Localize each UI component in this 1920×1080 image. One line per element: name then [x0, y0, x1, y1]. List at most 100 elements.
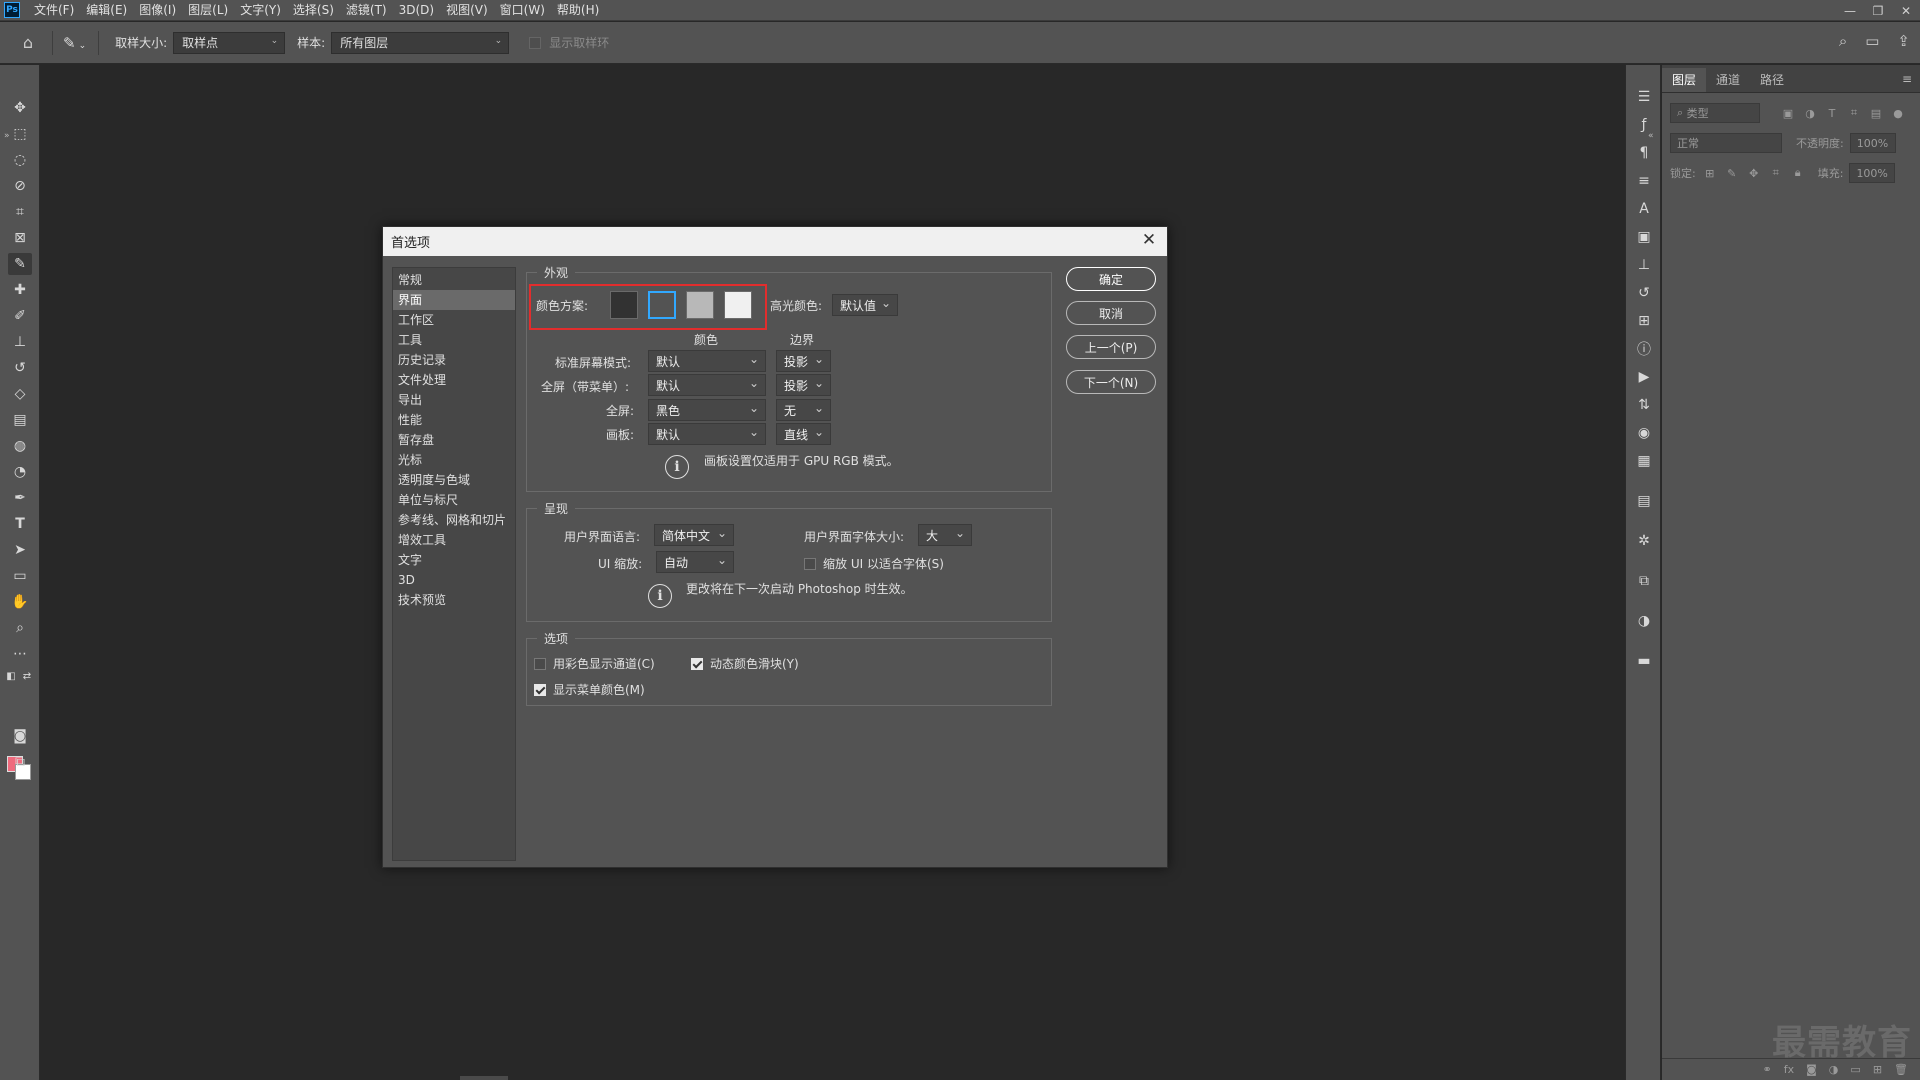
search-icon[interactable]: ⌕: [1839, 32, 1847, 50]
eraser-tool-icon[interactable]: ◇: [8, 383, 32, 405]
zoom-tool-icon[interactable]: ⌕: [8, 617, 32, 639]
close-window-icon[interactable]: ✕: [1892, 0, 1920, 21]
dynamic-sliders-checkbox[interactable]: [691, 657, 703, 670]
move-tool-icon[interactable]: ✥: [8, 97, 32, 119]
workspace-icon[interactable]: ▭: [1865, 32, 1879, 50]
menu-3d[interactable]: 3D(D): [393, 0, 440, 21]
lock-position-icon[interactable]: ✥: [1746, 167, 1762, 180]
marquee-tool-icon[interactable]: ⬚: [8, 123, 32, 145]
ui-language-select[interactable]: 简体中文: [654, 524, 734, 546]
ok-button[interactable]: 确定: [1066, 267, 1156, 291]
menu-edit[interactable]: 编辑(E): [80, 0, 133, 21]
opacity-input[interactable]: 100%: [1849, 133, 1896, 153]
menu-layer[interactable]: 图层(L): [182, 0, 234, 21]
color-scheme-swatch-medium-light[interactable]: [686, 291, 714, 319]
eyedropper-tool-icon[interactable]: ✎: [8, 253, 32, 275]
menu-colors-checkbox[interactable]: [534, 683, 546, 696]
blur-tool-icon[interactable]: ◍: [8, 435, 32, 457]
highlight-color-select[interactable]: 默认值: [832, 294, 898, 316]
color-scheme-swatch-dark[interactable]: [610, 291, 638, 319]
smart-object-filter-icon[interactable]: ▤: [1868, 107, 1884, 120]
menu-colors-row[interactable]: 显示菜单颜色(M): [534, 681, 645, 698]
new-group-icon[interactable]: ▭: [1850, 1063, 1860, 1076]
libraries-icon[interactable]: ⊞: [1634, 311, 1654, 331]
tab-paths[interactable]: 路径: [1750, 68, 1794, 92]
crop-tool-icon[interactable]: ⌗: [8, 201, 32, 223]
brush-tool-icon[interactable]: ✐: [8, 305, 32, 327]
home-icon[interactable]: ⌂: [14, 33, 42, 52]
hand-tool-icon[interactable]: ✋: [8, 591, 32, 613]
menu-window[interactable]: 窗口(W): [494, 0, 551, 21]
nav-item-cursors[interactable]: 光标: [393, 450, 515, 470]
tab-layers[interactable]: 图层: [1662, 68, 1707, 92]
color-scheme-swatch-light[interactable]: [724, 291, 752, 319]
new-layer-icon[interactable]: ⊞: [1873, 1063, 1882, 1076]
standard-screen-color-select[interactable]: 默认: [648, 350, 766, 372]
full-screen-menus-border-select[interactable]: 投影: [776, 374, 831, 396]
3d-icon[interactable]: ◉: [1634, 423, 1654, 443]
nav-item-history-log[interactable]: 历史记录: [393, 350, 515, 370]
fill-input[interactable]: 100%: [1849, 163, 1896, 183]
sample-size-select[interactable]: 取样点 ⌄: [173, 31, 286, 54]
nav-item-interface[interactable]: 界面: [393, 290, 515, 310]
rectangle-tool-icon[interactable]: ▭: [8, 565, 32, 587]
add-style-icon[interactable]: fx: [1784, 1063, 1794, 1076]
panel-menu-icon[interactable]: ≡: [1902, 72, 1912, 86]
lasso-tool-icon[interactable]: ◌: [8, 149, 32, 171]
nav-item-type[interactable]: 文字: [393, 550, 515, 570]
glyphs-icon[interactable]: ▣: [1634, 227, 1654, 247]
add-mask-icon[interactable]: ◙: [1806, 1063, 1817, 1076]
new-fill-icon[interactable]: ◑: [1829, 1063, 1839, 1076]
full-screen-color-select[interactable]: 黑色: [648, 399, 766, 421]
screen-mode-icon[interactable]: ⧉: [8, 751, 32, 773]
frame-tool-icon[interactable]: ⊠: [8, 227, 32, 249]
link-layers-icon[interactable]: ⚭: [1763, 1063, 1772, 1076]
nav-item-workspace[interactable]: 工作区: [393, 310, 515, 330]
nav-item-tech-preview[interactable]: 技术预览: [393, 590, 515, 610]
type-tool-icon[interactable]: T: [8, 513, 32, 535]
clone-stamp-tool-icon[interactable]: ⊥: [8, 331, 32, 353]
properties-icon[interactable]: ≡: [1634, 171, 1654, 191]
full-screen-menus-color-select[interactable]: 默认: [648, 374, 766, 396]
healing-brush-tool-icon[interactable]: ✚: [8, 279, 32, 301]
color-channels-checkbox[interactable]: [534, 657, 546, 670]
color-icon[interactable]: ◑: [1634, 611, 1654, 631]
type-filter-icon[interactable]: T: [1824, 107, 1840, 120]
menu-help[interactable]: 帮助(H): [551, 0, 605, 21]
nav-item-units-rulers[interactable]: 单位与标尺: [393, 490, 515, 510]
cancel-button[interactable]: 取消: [1066, 301, 1156, 325]
shape-filter-icon[interactable]: ⌗: [1846, 106, 1862, 120]
quick-mask-icon[interactable]: ◙: [8, 725, 32, 747]
artboard-border-select[interactable]: 直线: [776, 423, 831, 445]
clone-source-icon[interactable]: ⊥: [1634, 255, 1654, 275]
close-icon[interactable]: ✕: [1139, 230, 1159, 250]
show-ring-checkbox[interactable]: [529, 36, 542, 49]
lock-all-icon[interactable]: 🔒︎: [1790, 166, 1806, 180]
nav-item-file-handling[interactable]: 文件处理: [393, 370, 515, 390]
standard-screen-border-select[interactable]: 投影: [776, 350, 831, 372]
default-colors-icon[interactable]: ◧: [4, 669, 18, 683]
tab-channels[interactable]: 通道: [1706, 68, 1750, 92]
table-icon[interactable]: ▦: [1634, 451, 1654, 471]
nav-item-scratch-disks[interactable]: 暂存盘: [393, 430, 515, 450]
menu-type[interactable]: 文字(Y): [234, 0, 287, 21]
nav-item-export[interactable]: 导出: [393, 390, 515, 410]
adjustment-filter-icon[interactable]: ◑: [1802, 107, 1818, 120]
menu-filter[interactable]: 滤镜(T): [340, 0, 393, 21]
quick-select-tool-icon[interactable]: ⊘: [8, 175, 32, 197]
path-select-tool-icon[interactable]: ➤: [8, 539, 32, 561]
dynamic-sliders-row[interactable]: 动态颜色滑块(Y): [691, 655, 799, 672]
nav-item-transparency[interactable]: 透明度与色域: [393, 470, 515, 490]
menu-select[interactable]: 选择(S): [287, 0, 340, 21]
lock-transparent-icon[interactable]: ⊞: [1702, 167, 1718, 180]
scale-ui-to-font-row[interactable]: 缩放 UI 以适合字体(S): [804, 555, 944, 572]
ui-font-size-select[interactable]: 大: [918, 524, 972, 546]
menu-image[interactable]: 图像(I): [133, 0, 182, 21]
menu-file[interactable]: 文件(F): [28, 0, 80, 21]
lock-image-icon[interactable]: ✎: [1724, 167, 1740, 180]
minimize-icon[interactable]: —: [1836, 0, 1864, 21]
more-tools-icon[interactable]: ⋯: [8, 643, 32, 665]
scale-ui-to-font-checkbox[interactable]: [804, 557, 816, 570]
adjustments-icon[interactable]: ⇅: [1634, 395, 1654, 415]
eyedropper-preset-icon[interactable]: ✎ ⌄: [63, 34, 86, 52]
